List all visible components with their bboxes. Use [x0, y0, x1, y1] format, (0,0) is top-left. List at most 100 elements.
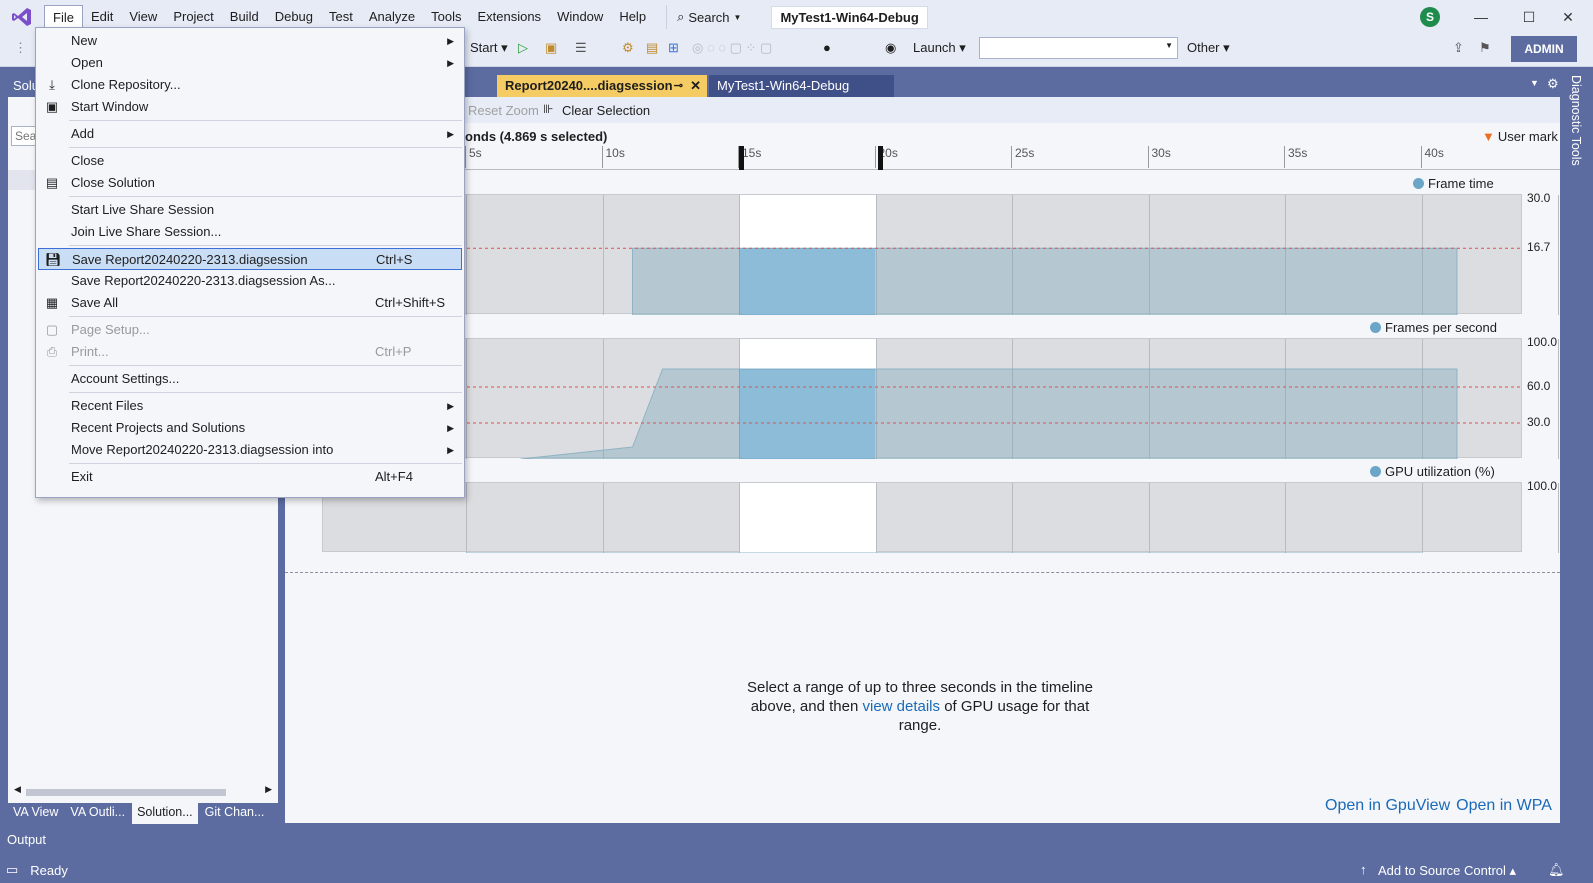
menu-item-label: Exit — [71, 469, 93, 484]
toolbar-tool-icon[interactable]: ⚙ — [622, 40, 634, 56]
close-solution-icon: ▤ — [45, 175, 59, 190]
page-setup-icon: ▢ — [45, 322, 59, 337]
start-button[interactable]: Start ▾ — [470, 40, 508, 56]
horizontal-scrollbar[interactable]: ◀ ▶ — [14, 784, 272, 799]
open-in-gpuview-link[interactable]: Open in GpuView — [1325, 797, 1450, 815]
scroll-right-icon[interactable]: ▶ — [265, 784, 272, 795]
tab-mytest[interactable]: MyTest1-Win64-Debug — [709, 75, 894, 97]
chart-panel-0[interactable] — [322, 194, 1559, 315]
file-menu-item-close[interactable]: Close — [38, 150, 462, 172]
legend-label: Frame time — [1428, 176, 1494, 191]
toolbar-list-icon[interactable]: ☰ — [575, 40, 587, 56]
diagnostic-tools-side-tab[interactable]: Diagnostic Tools — [1561, 67, 1593, 857]
file-menu-item-start-window[interactable]: ▣ Start Window — [38, 96, 462, 118]
menu-build[interactable]: Build — [222, 5, 267, 29]
close-icon[interactable]: ✕ — [690, 75, 701, 97]
toolbar-folder-icon[interactable]: ▣ — [545, 40, 557, 56]
scroll-thumb[interactable] — [26, 789, 226, 796]
share-icon[interactable]: ⇪ — [1453, 40, 1464, 56]
tab-report[interactable]: Report20240....diagsession ⊸ ✕ — [497, 75, 707, 97]
toolbar-record-icon[interactable]: ● — [823, 40, 831, 55]
menu-item-label: New — [71, 33, 98, 48]
menu-separator — [69, 147, 462, 148]
menu-tools[interactable]: Tools — [423, 5, 469, 29]
menu-edit[interactable]: Edit — [83, 5, 121, 29]
toolbar-bind-icon[interactable]: ⊞ — [668, 40, 679, 56]
menu-separator — [69, 245, 462, 246]
file-menu-item-close-solution[interactable]: ▤ Close Solution — [38, 172, 462, 194]
left-tab-0[interactable]: VA View — [8, 803, 63, 824]
menu-bar: File Edit View Project Build Debug Test Analyze… — [44, 5, 654, 29]
file-menu-item-save-all[interactable]: ▦ Save All Ctrl+Shift+S — [38, 292, 462, 314]
left-tab-1[interactable]: VA Outli... — [65, 803, 130, 824]
file-menu-item-new[interactable]: New ▶ — [38, 30, 462, 52]
chart-panel-1[interactable] — [322, 338, 1559, 459]
chart-panel-2[interactable] — [322, 482, 1559, 553]
scroll-left-icon[interactable]: ◀ — [14, 784, 21, 795]
file-menu-item-move-report20240220-2313-diagsession-into[interactable]: Move Report20240220-2313.diagsession int… — [38, 439, 462, 461]
configuration-combobox[interactable]: ▼ — [979, 37, 1178, 59]
grid-line — [1558, 483, 1559, 553]
menu-view[interactable]: View — [121, 5, 165, 29]
menu-test[interactable]: Test — [321, 5, 361, 29]
left-tab-2[interactable]: Solution... — [132, 803, 198, 824]
menu-file[interactable]: File — [44, 5, 83, 29]
selection-end-handle[interactable] — [878, 146, 883, 170]
gear-icon[interactable]: ⚙ — [1547, 76, 1559, 92]
avatar[interactable]: S — [1420, 7, 1440, 27]
toolbar-target-icon[interactable]: ◉ — [885, 40, 896, 56]
notification-bell-icon[interactable]: 🔔︎ — [1548, 862, 1565, 878]
output-tab[interactable]: Output — [7, 832, 46, 847]
selected-area — [739, 369, 876, 459]
splitter[interactable] — [285, 572, 1560, 574]
add-to-source-control-button[interactable]: Add to Source Control ▴ — [1378, 863, 1516, 879]
menu-debug[interactable]: Debug — [267, 5, 321, 29]
toolbar-window-icon[interactable]: ▤ — [646, 40, 658, 56]
clear-selection-button[interactable]: Clear Selection — [562, 103, 650, 118]
start-window-icon: ▣ — [45, 99, 59, 114]
grid-line — [1558, 195, 1559, 315]
selection-start-handle[interactable] — [739, 146, 744, 170]
pin-icon[interactable]: ⊸ — [674, 75, 683, 97]
file-menu-item-join-live-share-session[interactable]: Join Live Share Session... — [38, 221, 462, 243]
menu-help[interactable]: Help — [611, 5, 654, 29]
search-menu[interactable]: ⌕ Search ▼ — [666, 5, 751, 29]
file-menu-item-save-report20240220-2313-diagsession[interactable]: 💾︎ Save Report20240220-2313.diagsession Ct… — [38, 248, 462, 270]
other-button[interactable]: Other ▾ — [1187, 40, 1230, 56]
menu-project[interactable]: Project — [165, 5, 221, 29]
y-axis-label: 30.0 — [1527, 415, 1551, 429]
reset-zoom-button[interactable]: Reset Zoom — [468, 103, 539, 118]
menu-window[interactable]: Window — [549, 5, 611, 29]
file-menu-item-start-live-share-session[interactable]: Start Live Share Session — [38, 199, 462, 221]
view-details-link[interactable]: view details — [862, 698, 940, 715]
file-menu-item-clone-repository[interactable]: ⤓ Clone Repository... — [38, 74, 462, 96]
launch-button[interactable]: Launch ▾ — [913, 40, 966, 56]
left-tab-3[interactable]: Git Chan... — [200, 803, 270, 824]
legend-dot-icon — [1413, 178, 1424, 189]
file-menu-item-recent-projects-and-solutions[interactable]: Recent Projects and Solutions ▶ — [38, 417, 462, 439]
timeline-ruler[interactable]: 5s 10s 15s 20s 25s 30s 35s 40s — [465, 146, 1560, 170]
close-window-button[interactable]: ✕ — [1545, 0, 1591, 34]
open-links: Open in GpuView Open in WPA — [1325, 797, 1552, 815]
file-menu-item-save-report20240220-2313-diagsession-as[interactable]: Save Report20240220-2313.diagsession As.… — [38, 270, 462, 292]
menu-extensions[interactable]: Extensions — [469, 5, 549, 29]
open-in-wpa-link[interactable]: Open in WPA — [1456, 797, 1552, 815]
minimize-button[interactable]: — — [1458, 0, 1504, 34]
submenu-arrow-icon: ▶ — [447, 36, 454, 46]
menu-analyze[interactable]: Analyze — [361, 5, 423, 29]
search-label: Search — [688, 9, 730, 25]
timeline-tick: 5s — [465, 146, 482, 168]
file-menu-item-account-settings[interactable]: Account Settings... — [38, 368, 462, 390]
file-menu-item-recent-files[interactable]: Recent Files ▶ — [38, 395, 462, 417]
timeline-tick: 25s — [1011, 146, 1034, 168]
grid-line — [1558, 339, 1559, 459]
admin-badge[interactable]: ADMIN — [1511, 36, 1577, 62]
start-without-debugging-icon[interactable]: ▷ — [518, 40, 528, 56]
file-menu-item-add[interactable]: Add ▶ — [38, 123, 462, 145]
file-menu-item-open[interactable]: Open ▶ — [38, 52, 462, 74]
file-menu-item-exit[interactable]: Exit Alt+F4 — [38, 466, 462, 488]
solution-name-badge: MyTest1-Win64-Debug — [771, 5, 928, 29]
feedback-icon[interactable]: ⚑ — [1479, 40, 1491, 56]
tab-overflow-icon[interactable]: ▼ — [1530, 78, 1539, 88]
tab-label: Report20240....diagsession — [505, 78, 673, 93]
